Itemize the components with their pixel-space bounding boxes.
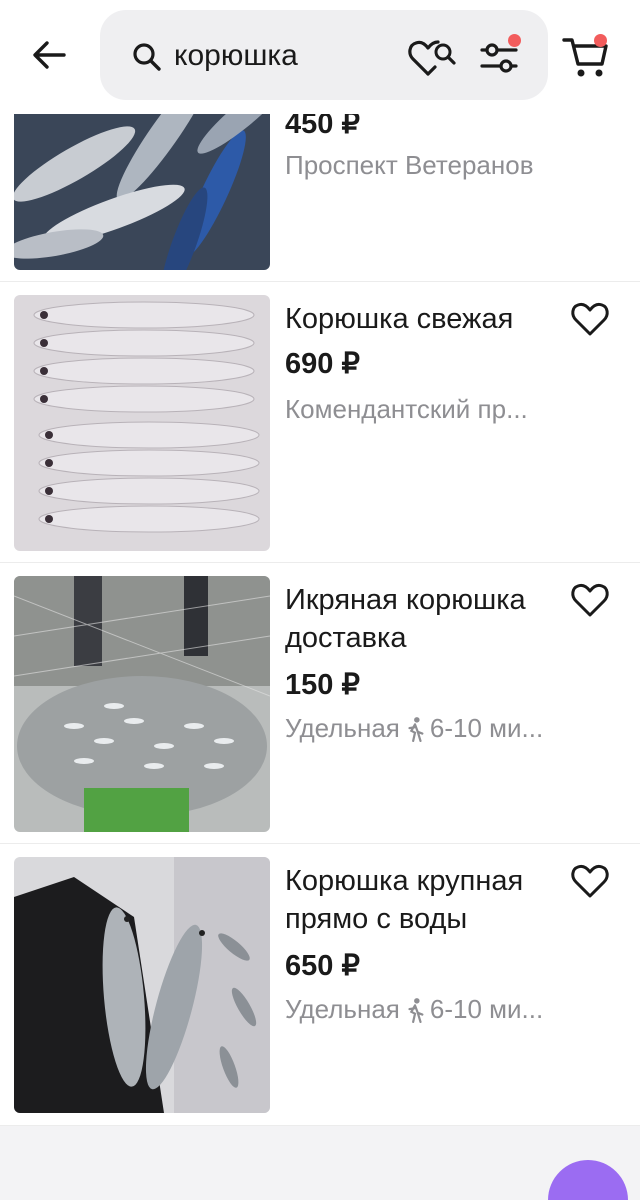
- location-text: Удельная: [285, 994, 400, 1024]
- listing-card[interactable]: Икряная корюшка доставка 150 ₽ Удельная …: [0, 563, 640, 844]
- cart-icon: [562, 38, 608, 77]
- listing-location: Удельная 6-10 ми...: [285, 994, 543, 1025]
- location-text: Удельная: [285, 713, 400, 743]
- favorite-button[interactable]: [570, 862, 610, 900]
- walking-person-icon: [408, 716, 424, 742]
- heart-icon: [571, 302, 609, 336]
- listing-image[interactable]: [14, 295, 270, 551]
- cart-badge-dot: [594, 34, 607, 47]
- listing-card[interactable]: Корюшка крупная прямо с воды 650 ₽ Удель…: [0, 844, 640, 1126]
- listing-title[interactable]: Корюшка крупная прямо с воды: [285, 862, 565, 938]
- listing-card[interactable]: Корюшка свежая 690 ₽ Комендантский пр...: [0, 282, 640, 563]
- search-icon: [133, 43, 161, 71]
- filter-button[interactable]: [476, 34, 526, 80]
- arrow-left-icon: [33, 41, 66, 69]
- favorite-button[interactable]: [570, 300, 610, 338]
- listing-price: 150 ₽: [285, 669, 360, 701]
- filter-badge-dot: [508, 34, 521, 47]
- search-input[interactable]: [174, 34, 394, 78]
- distance-text: 6-10 ми...: [429, 994, 544, 1024]
- listing-title[interactable]: Корюшка свежая: [285, 300, 565, 338]
- cart-button[interactable]: [560, 30, 616, 82]
- listing-location: Удельная 6-10 ми...: [285, 713, 543, 744]
- listing-price: 690 ₽: [285, 348, 360, 380]
- distance-text: 6-10 ми...: [429, 713, 544, 743]
- heart-search-icon: [408, 40, 456, 76]
- listing-image[interactable]: [14, 857, 270, 1113]
- floating-action-button[interactable]: [548, 1160, 628, 1200]
- listing-title[interactable]: Икряная корюшка доставка: [285, 581, 565, 657]
- heart-icon: [571, 583, 609, 617]
- listing-location: Проспект Ветеранов: [285, 150, 534, 181]
- favorite-button[interactable]: [570, 581, 610, 619]
- listing-price: 650 ₽: [285, 950, 360, 982]
- heart-icon: [571, 864, 609, 898]
- listing-location: Комендантский пр...: [285, 394, 528, 425]
- top-bar: [0, 0, 640, 114]
- back-button[interactable]: [22, 30, 76, 80]
- listing-image[interactable]: [14, 576, 270, 832]
- location-text: Проспект Ветеранов: [285, 150, 534, 180]
- location-text: Комендантский пр...: [285, 394, 528, 424]
- search-bar[interactable]: [100, 10, 548, 100]
- walking-person-icon: [408, 997, 424, 1023]
- save-search-button[interactable]: [408, 36, 458, 78]
